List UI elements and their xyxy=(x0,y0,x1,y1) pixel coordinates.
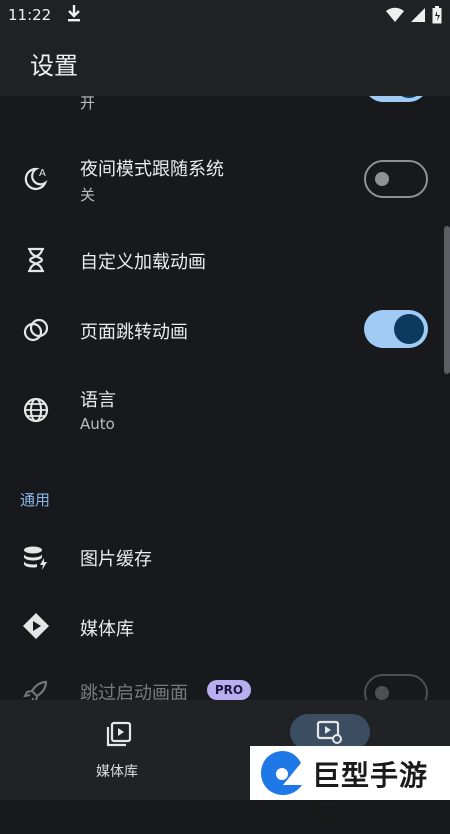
custom-loading-title: 自定义加载动画 xyxy=(80,252,206,273)
rocket-icon xyxy=(22,678,50,700)
signal-icon xyxy=(410,7,426,27)
settings-item-language[interactable]: 语言 Auto xyxy=(0,374,450,454)
settings-item-media-library[interactable]: 媒体库 xyxy=(0,600,450,660)
download-icon xyxy=(66,4,82,26)
night-mode-subtitle: 关 xyxy=(80,186,96,204)
app-bar: 设置 xyxy=(0,32,450,96)
wifi-icon xyxy=(386,7,404,27)
nav-item-player-settings[interactable] xyxy=(290,714,370,750)
settings-item-night-mode[interactable]: A 夜间模式跟随系统 关 xyxy=(0,146,450,216)
section-header-general: 通用 xyxy=(20,491,51,509)
night-mode-icon: A xyxy=(22,164,50,192)
hourglass-icon xyxy=(22,246,50,274)
nav-label-media-library: 媒体库 xyxy=(96,764,138,780)
page-transition-toggle[interactable] xyxy=(364,310,428,348)
language-subtitle: Auto xyxy=(80,415,115,433)
watermark-text: 巨型手游网 xyxy=(312,759,429,832)
transition-icon xyxy=(22,316,50,344)
night-mode-title: 夜间模式跟随系统 xyxy=(80,159,224,180)
image-cache-title: 图片缓存 xyxy=(80,549,152,570)
settings-item-page-transition[interactable]: 页面跳转动画 xyxy=(0,300,450,360)
night-mode-toggle[interactable] xyxy=(364,160,428,198)
page-title: 设置 xyxy=(30,52,78,80)
skip-splash-toggle[interactable] xyxy=(364,674,428,700)
watermark-logo-icon xyxy=(258,749,308,801)
language-title: 语言 xyxy=(80,390,116,411)
battery-icon xyxy=(432,6,442,28)
skip-splash-title: 跳过启动画面 xyxy=(80,683,188,700)
settings-item-partial[interactable]: 开 xyxy=(0,96,450,116)
pro-badge: PRO xyxy=(207,680,251,700)
settings-list[interactable]: 开 A 夜间模式跟随系统 关 自定义加载动画 页面跳转动画 语言 Auto 通用 xyxy=(0,96,450,700)
partial-toggle[interactable] xyxy=(364,96,428,102)
video-library-icon xyxy=(105,720,133,752)
scrollbar[interactable] xyxy=(444,226,450,374)
globe-icon xyxy=(22,396,50,424)
database-icon xyxy=(22,544,50,572)
svg-text:A: A xyxy=(39,168,46,179)
settings-item-partial-subtitle: 开 xyxy=(80,96,96,112)
status-bar: 11:22 xyxy=(0,0,450,32)
status-time: 11:22 xyxy=(8,6,52,24)
player-settings-icon xyxy=(316,719,344,749)
settings-item-custom-loading[interactable]: 自定义加载动画 xyxy=(0,232,450,288)
nav-item-media-library[interactable]: 媒体库 xyxy=(60,700,180,800)
settings-item-image-cache[interactable]: 图片缓存 xyxy=(0,530,450,590)
watermark: 巨型手游网 xyxy=(250,746,450,832)
media-library-icon xyxy=(22,612,50,640)
media-library-title: 媒体库 xyxy=(80,619,134,640)
page-transition-title: 页面跳转动画 xyxy=(80,322,188,343)
